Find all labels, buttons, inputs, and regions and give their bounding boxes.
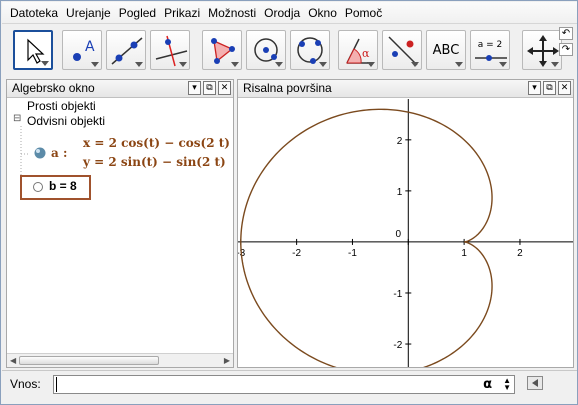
text-abc-icon: ABC — [432, 43, 460, 58]
algebra-view: Algebrsko okno ▾ ⧉ ✕ Prosti objekti ⊟ Od… — [6, 79, 234, 368]
redo-icon[interactable]: ↷ — [559, 43, 573, 56]
menu-urejanje[interactable]: Urejanje — [62, 3, 115, 23]
graphics-view-title: Risalna površina — [243, 81, 332, 95]
y-tick-label: -1 — [393, 289, 402, 300]
toolbar-corner-buttons: ↶ ↷ — [559, 27, 573, 56]
x-tick-label: 2 — [517, 248, 523, 259]
circle-three-points-tool[interactable] — [290, 30, 330, 70]
hidden-object-circle-icon[interactable] — [32, 181, 44, 193]
menu-prikazi[interactable]: Prikazi — [160, 3, 204, 23]
triangle-left-icon — [532, 379, 538, 387]
menu-pogled[interactable]: Pogled — [115, 3, 160, 23]
menu-moznosti[interactable]: Možnosti — [204, 3, 260, 23]
free-objects-label[interactable]: Prosti objekti — [27, 99, 96, 113]
menu-datoteka[interactable]: Datoteka — [6, 3, 62, 23]
object-a-y-equation[interactable]: y = 2 sin(t) − sin(2 t) — [83, 155, 226, 169]
graphics-view: Risalna površina ▾ ⧉ ✕ -3-2-1012-2-112 — [237, 79, 574, 368]
menu-bar: Datoteka Urejanje Pogled Prikazi Možnost… — [2, 2, 577, 24]
tree-collapse-icon[interactable]: ⊟ — [13, 113, 21, 124]
scroll-left-icon[interactable]: ◀ — [10, 356, 16, 365]
y-tick-label: 2 — [397, 136, 403, 147]
algebra-horizontal-scrollbar[interactable]: ◀ ▶ — [7, 353, 233, 367]
object-a-name[interactable]: a : — [51, 146, 67, 160]
scroll-right-icon[interactable]: ▶ — [224, 356, 230, 365]
alpha-symbol-button[interactable]: α — [483, 377, 492, 392]
toolbar: A α ABC a = 2 ↶ ↷ — [2, 25, 577, 77]
text-tool[interactable]: ABC — [426, 30, 466, 70]
line-tool[interactable] — [106, 30, 146, 70]
algebra-view-title: Algebrsko okno — [12, 81, 95, 95]
point-tool[interactable]: A — [62, 30, 102, 70]
visibility-ball-icon[interactable] — [33, 146, 47, 160]
y-tick-label: 1 — [397, 187, 403, 198]
undock-icon[interactable]: ⧉ — [543, 81, 556, 95]
menu-okno[interactable]: Okno — [304, 3, 341, 23]
view-menu-icon[interactable]: ▾ — [188, 81, 201, 95]
spinner-arrows-icon[interactable]: ▲ ▼ — [503, 377, 511, 392]
view-menu-icon[interactable]: ▾ — [528, 81, 541, 95]
circle-center-tool[interactable] — [246, 30, 286, 70]
graphics-view-header: Risalna površina ▾ ⧉ ✕ — [238, 80, 573, 98]
input-field[interactable]: α ▲ ▼ — [53, 375, 515, 394]
algebra-view-header: Algebrsko okno ▾ ⧉ ✕ — [7, 80, 233, 98]
scroll-thumb[interactable] — [19, 356, 159, 365]
polygon-tool[interactable] — [202, 30, 242, 70]
toggle-input-help-button[interactable] — [527, 376, 543, 390]
input-label: Vnos: — [10, 377, 41, 391]
text-caret — [56, 377, 57, 392]
move-tool[interactable] — [13, 30, 53, 70]
geogebra-window: Datoteka Urejanje Pogled Prikazi Možnost… — [0, 0, 578, 405]
dependent-objects-label[interactable]: Odvisni objekti — [27, 114, 105, 128]
perpendicular-tool[interactable] — [150, 30, 190, 70]
menu-pomoc[interactable]: Pomoč — [341, 3, 386, 23]
undo-icon[interactable]: ↶ — [559, 27, 573, 40]
input-bar: Vnos: α ▲ ▼ — [2, 370, 577, 404]
svg-text:A: A — [85, 39, 95, 55]
close-icon[interactable]: ✕ — [218, 81, 231, 95]
slider-tool[interactable]: a = 2 — [470, 30, 510, 70]
undock-icon[interactable]: ⧉ — [203, 81, 216, 95]
x-tick-label: -2 — [292, 248, 301, 259]
move-view-tool[interactable] — [522, 30, 562, 70]
x-tick-label: -1 — [348, 248, 357, 259]
y-tick-label: -2 — [393, 340, 402, 351]
object-b[interactable]: b = 8 — [49, 179, 77, 193]
svg-text:α: α — [362, 47, 370, 60]
cardioid-curve — [240, 108, 493, 367]
close-icon[interactable]: ✕ — [558, 81, 571, 95]
angle-tool[interactable]: α — [338, 30, 378, 70]
cursor-arrow-icon — [27, 38, 45, 64]
x-tick-label: 0 — [396, 229, 402, 240]
object-a-x-equation[interactable]: x = 2 cos(t) − cos(2 t) — [83, 136, 230, 150]
graphics-canvas[interactable]: -3-2-1012-2-112 — [238, 99, 573, 367]
x-tick-label: 1 — [461, 248, 467, 259]
menu-orodja[interactable]: Orodja — [260, 3, 304, 23]
reflect-tool[interactable] — [382, 30, 422, 70]
